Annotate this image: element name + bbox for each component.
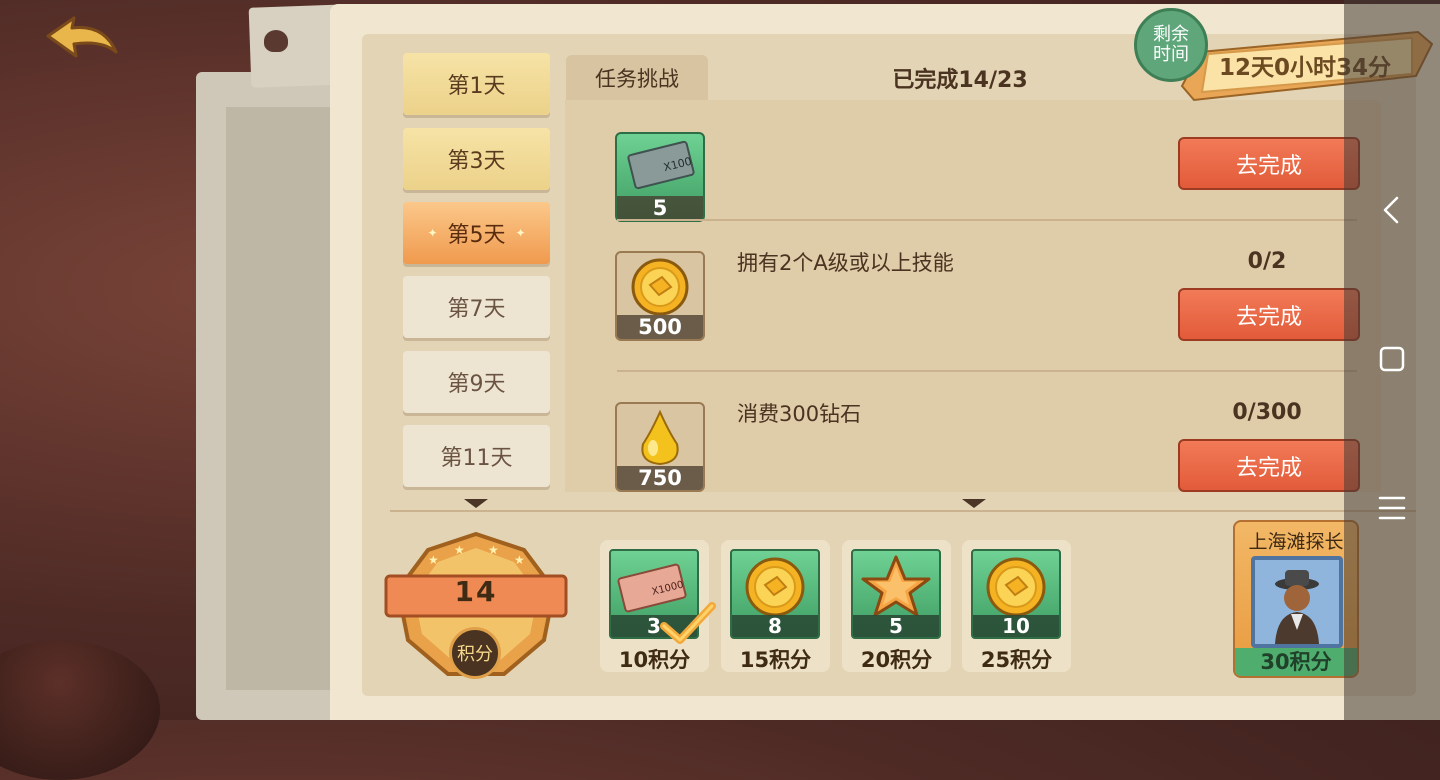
title-points: 30积分 (1235, 648, 1357, 676)
day-tab-label: 第7天 (447, 297, 506, 322)
task-row: 500 拥有2个A级或以上技能 0/2 去完成 (565, 230, 1381, 382)
milestone-points: 20积分 (860, 648, 933, 672)
day-tab-label: 第1天 (447, 74, 506, 99)
go-complete-button[interactable]: 去完成 (1178, 288, 1360, 341)
gold-coin-icon (631, 258, 689, 316)
nav-home-icon[interactable] (1374, 341, 1410, 377)
svg-text:★: ★ (488, 543, 499, 557)
oil-drop-icon (641, 409, 679, 466)
scroll-down-indicator-icon (962, 499, 986, 508)
milestone-icon-box: 8 (730, 549, 820, 639)
tab-task-challenge[interactable]: 任务挑战 (566, 55, 708, 101)
divider (617, 219, 1357, 221)
svg-text:★: ★ (428, 553, 439, 567)
task-progress: 0/2 (1247, 249, 1287, 274)
day-tab-3[interactable]: 第3天 (403, 128, 550, 190)
milestone-reward-15[interactable]: 8 15积分 (721, 540, 830, 672)
day-tab-label: 第5天 (447, 223, 506, 248)
nav-menu-icon[interactable] (1374, 490, 1410, 526)
score-badge: ★ ★ ★ ★ 14 积分 (384, 530, 568, 680)
task-name: 拥有2个A级或以上技能 (737, 251, 954, 275)
reward-quantity: 10 (973, 615, 1059, 637)
day-tab-9[interactable]: 第9天 (403, 351, 550, 413)
task-list[interactable]: X100 5 去完成 500 拥有2个A级或以上技能 0/2 去完成 750 消… (565, 100, 1381, 492)
checkmark-icon (660, 602, 716, 644)
svg-text:★: ★ (514, 553, 525, 567)
reward-quantity: 5 (617, 196, 703, 220)
scroll-down-indicator-icon (464, 499, 488, 508)
score-value: 14 (454, 575, 498, 608)
milestone-points: 25积分 (980, 648, 1053, 672)
divider (390, 510, 1416, 512)
go-complete-button[interactable]: 去完成 (1178, 137, 1360, 190)
reward-quantity: 750 (617, 466, 703, 490)
completed-count: 已完成14/23 (892, 68, 1028, 93)
back-button[interactable] (44, 14, 122, 66)
milestone-points: 10积分 (618, 648, 691, 672)
milestone-points: 15积分 (739, 648, 812, 672)
task-progress: 0/300 (1232, 400, 1302, 425)
svg-text:★: ★ (454, 543, 465, 557)
task-row: X100 5 去完成 (565, 100, 1381, 222)
gold-coin-icon (986, 557, 1046, 617)
timer-label-badge: 剩余 时间 (1134, 8, 1208, 82)
milestone-icon-box: 10 (971, 549, 1061, 639)
divider (617, 370, 1357, 372)
background-knob (0, 640, 160, 780)
go-complete-button[interactable]: 去完成 (1178, 439, 1360, 492)
day-tab-label: 第9天 (447, 372, 506, 397)
title-name: 上海滩探长 (1248, 531, 1344, 553)
timer-label-line-2: 时间 (1153, 44, 1189, 65)
gold-coin-icon (745, 557, 805, 617)
tab-label: 任务挑战 (595, 67, 679, 91)
task-reward: X100 5 (615, 132, 705, 222)
task-row: 750 消费300钻石 0/300 去完成 (565, 381, 1381, 492)
day-tab-1[interactable]: 第1天 (403, 53, 550, 115)
cash-ticket-x100-icon: X100 (627, 140, 695, 190)
timer-label-line-1: 剩余 (1153, 24, 1189, 45)
pin-icon (264, 30, 288, 52)
sparkle-icon: ✦ (427, 226, 438, 240)
score-label: 积分 (449, 627, 501, 679)
milestone-reward-20[interactable]: 5 20积分 (842, 540, 951, 672)
detective-avatar-icon (1251, 556, 1343, 648)
day-tab-11[interactable]: 第11天 (403, 425, 550, 487)
system-nav-bar (1344, 0, 1440, 720)
reward-quantity: 8 (732, 615, 818, 637)
title-reward-card[interactable]: 上海滩探长 30积分 (1233, 520, 1359, 678)
day-tab-7[interactable]: 第7天 (403, 276, 550, 338)
day-tab-label: 第3天 (447, 149, 506, 174)
milestone-icon-box: 5 (851, 549, 941, 639)
task-reward: 750 (615, 402, 705, 492)
milestone-reward-25[interactable]: 10 25积分 (962, 540, 1071, 672)
nav-back-icon[interactable] (1374, 192, 1410, 228)
day-tab-label: 第11天 (440, 446, 513, 471)
task-reward: 500 (615, 251, 705, 341)
sparkle-icon: ✦ (515, 226, 526, 240)
task-name: 消费300钻石 (737, 402, 862, 426)
star-icon (861, 555, 931, 617)
day-tab-5[interactable]: ✦ 第5天 ✦ (403, 202, 550, 264)
back-arrow-icon (46, 16, 118, 58)
reward-quantity: 500 (617, 315, 703, 339)
reward-quantity: 5 (853, 615, 939, 637)
